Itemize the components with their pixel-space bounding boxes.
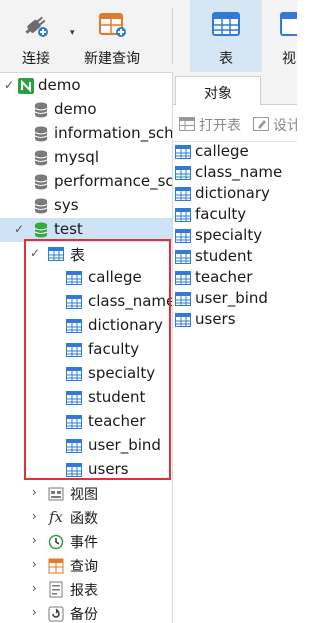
backup-icon	[48, 606, 64, 622]
view-button[interactable]: 视	[272, 0, 297, 72]
tree-label: demo	[38, 76, 81, 94]
object-toolbar: 打开表 设计	[173, 105, 297, 142]
tree-folder-queries[interactable]: › 查询	[0, 554, 172, 578]
view-icon	[48, 487, 64, 501]
new-query-label: 新建查询	[84, 51, 140, 67]
tree-database[interactable]: demo	[0, 98, 172, 122]
tree-label: sys	[54, 196, 79, 214]
main-toolbar: 连接 ▾ 新建查询 表 视	[0, 0, 297, 73]
chevron-right-icon[interactable]: ›	[32, 581, 37, 595]
clock-icon	[48, 534, 64, 550]
object-tabbar: 对象	[173, 72, 297, 105]
tree-database[interactable]: mysql	[0, 146, 172, 170]
database-icon	[34, 102, 48, 118]
chevron-right-icon[interactable]: ›	[32, 485, 37, 499]
tree-label: mysql	[54, 148, 99, 166]
object-label: users	[195, 310, 236, 328]
database-icon	[34, 174, 48, 190]
table-icon	[175, 187, 191, 201]
connect-label: 连接	[22, 51, 50, 67]
table-button[interactable]: 表	[190, 0, 262, 72]
chevron-right-icon[interactable]: ›	[32, 605, 37, 619]
table-icon	[212, 12, 240, 36]
tree-label: 备份	[70, 607, 98, 623]
tree-label: 报表	[70, 583, 98, 599]
database-icon	[34, 150, 48, 166]
connect-button[interactable]: 连接 ▾	[0, 0, 76, 72]
tree-folder-events[interactable]: › 事件	[0, 530, 172, 554]
tree-label: 查询	[70, 559, 98, 575]
tree-database[interactable]: sys	[0, 194, 172, 218]
tree-folder-functions[interactable]: › fx 函数	[0, 506, 172, 530]
chevron-down-icon[interactable]: ✓	[14, 222, 24, 236]
table-icon	[175, 313, 191, 327]
tables-highlight-box	[24, 239, 171, 480]
connection-icon	[18, 78, 34, 94]
design-table-label: 设计	[273, 118, 297, 134]
query-icon	[48, 558, 64, 574]
chevron-right-icon[interactable]: ›	[32, 509, 37, 523]
toolbar-divider	[172, 8, 173, 64]
tree-label: information_sch	[54, 124, 172, 142]
table-icon	[175, 250, 191, 264]
new-query-button[interactable]: 新建查询	[80, 0, 152, 72]
open-table-label: 打开表	[199, 118, 241, 134]
object-label: student	[195, 247, 253, 265]
tree-label: test	[54, 220, 83, 238]
tab-objects[interactable]: 对象	[175, 76, 261, 105]
design-table-button[interactable]: 设计	[253, 115, 297, 135]
design-table-icon	[253, 117, 269, 131]
object-list: callege class_name dictionary faculty sp…	[173, 142, 297, 332]
object-label: specialty	[195, 226, 263, 244]
tree-folder-backups[interactable]: › 备份	[0, 602, 172, 623]
dropdown-arrow-icon[interactable]: ▾	[70, 28, 75, 38]
view-icon	[280, 12, 297, 36]
object-label: faculty	[195, 205, 247, 223]
tree-label: performance_sc	[54, 172, 172, 190]
table-icon	[175, 166, 191, 180]
open-table-icon	[179, 117, 195, 131]
chevron-down-icon[interactable]: ✓	[4, 78, 14, 92]
chevron-right-icon[interactable]: ›	[32, 557, 37, 571]
tree-connection-demo[interactable]: ✓ demo	[0, 74, 172, 98]
table-icon	[175, 208, 191, 222]
tree-label: demo	[54, 100, 97, 118]
view-label: 视	[282, 51, 296, 67]
object-label: teacher	[195, 268, 253, 286]
object-label: class_name	[195, 163, 283, 181]
tree-label: 事件	[70, 535, 98, 551]
chevron-right-icon[interactable]: ›	[32, 533, 37, 547]
database-icon	[34, 198, 48, 214]
table-icon	[175, 145, 191, 159]
object-label: callege	[195, 142, 249, 160]
object-label: user_bind	[195, 289, 268, 307]
table-icon	[175, 229, 191, 243]
open-table-button[interactable]: 打开表	[179, 115, 251, 135]
database-icon	[34, 126, 48, 142]
tree-label: 函数	[70, 511, 98, 527]
tree-database[interactable]: information_sch	[0, 122, 172, 146]
table-icon	[175, 292, 191, 306]
report-icon	[49, 581, 63, 598]
table-label: 表	[219, 51, 233, 67]
tree-label: 视图	[70, 487, 98, 503]
new-query-icon	[99, 13, 126, 37]
tree-folder-reports[interactable]: › 报表	[0, 578, 172, 602]
object-label: dictionary	[195, 184, 270, 202]
function-icon: fx	[49, 508, 64, 526]
table-icon	[175, 271, 191, 285]
tab-label: 对象	[204, 86, 232, 102]
tree-database[interactable]: performance_sc	[0, 170, 172, 194]
tree-folder-views[interactable]: › 视图	[0, 482, 172, 506]
database-open-icon	[34, 222, 48, 238]
plug-icon	[25, 16, 48, 37]
